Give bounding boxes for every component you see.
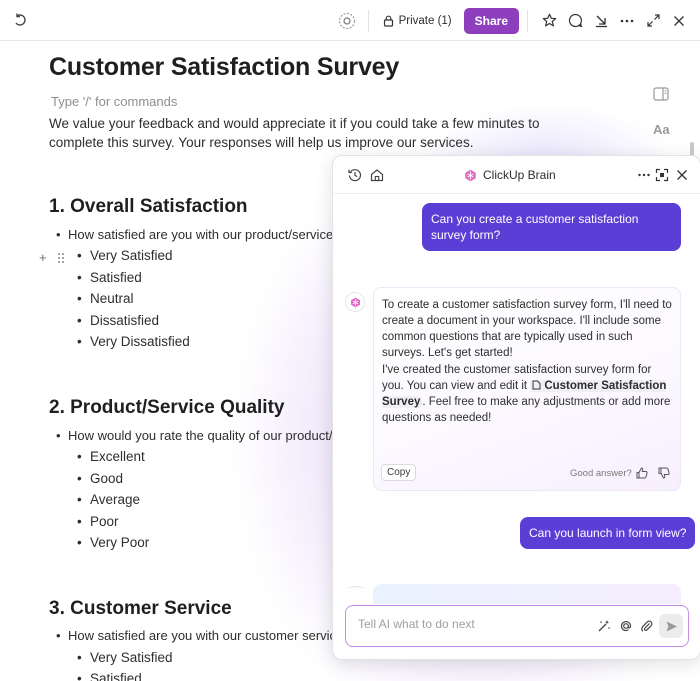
thumbs-down-icon[interactable] (658, 466, 670, 479)
option-text: Neutral (90, 291, 134, 306)
top-toolbar: Private (1) Share (0, 0, 700, 41)
clickup-brain-icon (465, 169, 476, 181)
share-button[interactable]: Share (463, 7, 519, 34)
send-icon (666, 621, 677, 631)
lock-icon (383, 15, 393, 27)
expand-icon[interactable] (640, 8, 666, 34)
star-icon[interactable] (536, 8, 562, 34)
option-item[interactable]: Very Satisfied (77, 248, 173, 263)
document-icon (532, 380, 541, 390)
option-item[interactable]: Very Satisfied (77, 650, 173, 665)
ai-response-paragraph: To create a customer satisfaction survey… (382, 299, 672, 359)
ai-avatar (345, 292, 365, 312)
option-text: Very Satisfied (90, 248, 173, 263)
option-text: Dissatisfied (90, 313, 160, 328)
mention-icon[interactable] (619, 619, 633, 633)
option-item[interactable]: Very Dissatisfied (77, 334, 190, 349)
magic-wand-icon[interactable] (597, 619, 611, 633)
more-options-icon[interactable] (637, 168, 651, 182)
ai-assistant-panel: ClickUp Brain Can you create a customer … (332, 155, 700, 660)
send-button[interactable] (659, 614, 683, 638)
drag-handle-icon[interactable] (57, 251, 65, 263)
attachment-icon[interactable] (640, 619, 654, 633)
option-item[interactable]: Average (77, 492, 141, 507)
thumbs-up-icon[interactable] (636, 466, 648, 479)
more-options-icon[interactable] (614, 8, 640, 34)
intro-paragraph[interactable]: We value your feedback and would appreci… (49, 114, 579, 152)
question-text: How satisfied are you with our customer … (68, 628, 351, 643)
option-text: Average (90, 492, 141, 507)
ai-panel-title: ClickUp Brain (464, 168, 556, 182)
toolbar-actions: Private (1) Share (334, 0, 700, 41)
ai-response-card: To create a customer satisfaction survey… (373, 287, 681, 491)
question-text: How satisfied are you with our product/s… (68, 227, 341, 242)
option-item[interactable]: Excellent (77, 449, 145, 464)
option-text: Excellent (90, 449, 145, 464)
option-text: Good (90, 471, 124, 486)
close-icon[interactable] (666, 8, 692, 34)
ai-panel-title-text: ClickUp Brain (483, 168, 556, 182)
section-heading[interactable]: 1. Overall Satisfaction (49, 196, 248, 218)
page-title[interactable]: Customer Satisfaction Survey (49, 53, 399, 82)
option-text: Satisfied (90, 671, 142, 681)
clickup-brain-icon (350, 297, 360, 307)
ai-response-loading (373, 584, 681, 604)
copy-button[interactable]: Copy (381, 464, 417, 481)
fullscreen-icon[interactable] (655, 168, 669, 182)
command-hint[interactable]: Type '/' for commands (51, 94, 177, 109)
home-icon[interactable] (370, 168, 384, 182)
option-text: Very Satisfied (90, 650, 173, 665)
ai-prompt-input[interactable] (358, 617, 588, 631)
feedback-prompt: Good answer? (570, 468, 632, 479)
sidebar-toggle-icon[interactable] (653, 87, 669, 103)
history-icon[interactable] (348, 168, 362, 182)
option-text: Very Dissatisfied (90, 334, 190, 349)
user-message-bubble: Can you launch in form view? (520, 517, 696, 549)
ai-prompt-box[interactable] (345, 605, 689, 647)
question-item[interactable]: How satisfied are you with our product/s… (56, 227, 341, 242)
sync-icon[interactable] (12, 12, 28, 28)
option-item[interactable]: Dissatisfied (77, 313, 160, 328)
option-item[interactable]: Neutral (77, 291, 134, 306)
section-heading[interactable]: 2. Product/Service Quality (49, 397, 284, 419)
option-item[interactable]: Good (77, 471, 124, 486)
privacy-label: Private (1) (398, 14, 452, 27)
comment-icon[interactable] (562, 8, 588, 34)
option-text: Poor (90, 514, 119, 529)
ai-avatar (347, 586, 365, 594)
text-format-toggle[interactable]: Aa (653, 122, 670, 137)
question-item[interactable]: How satisfied are you with our customer … (56, 628, 351, 643)
privacy-button[interactable]: Private (1) (377, 8, 458, 34)
option-item[interactable]: Satisfied (77, 671, 142, 681)
option-text: Satisfied (90, 270, 142, 285)
toolbar-divider (527, 9, 528, 32)
close-icon[interactable] (675, 168, 689, 182)
toolbar-divider (367, 9, 369, 32)
add-block-icon[interactable]: + (39, 250, 47, 265)
ai-response-paragraph: I've created the customer satisfaction s… (382, 362, 674, 426)
ai-response-text: . Feel free to make any adjustments or a… (382, 396, 671, 424)
option-text: Very Poor (90, 535, 150, 550)
user-message-bubble: Can you create a customer satisfaction s… (422, 203, 681, 251)
ai-panel-header: ClickUp Brain (333, 156, 700, 194)
option-item[interactable]: Poor (77, 514, 119, 529)
option-item[interactable]: Satisfied (77, 270, 142, 285)
section-heading[interactable]: 3. Customer Service (49, 598, 232, 620)
option-item[interactable]: Very Poor (77, 535, 150, 550)
ai-sparkle-icon[interactable] (334, 8, 360, 34)
export-icon[interactable] (588, 8, 614, 34)
